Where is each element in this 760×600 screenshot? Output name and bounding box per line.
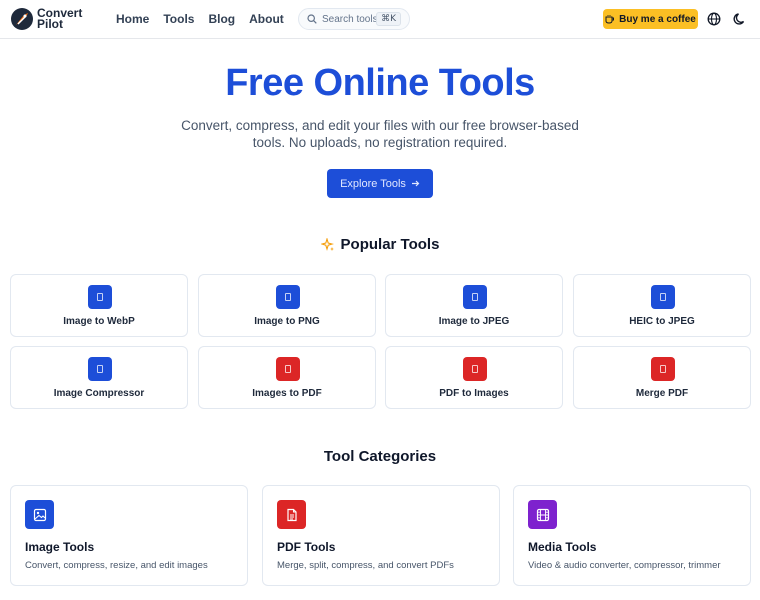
tool-name: HEIC to JPEG [629,316,695,327]
globe-icon[interactable] [707,12,721,26]
tool-name: Image to WebP [63,316,135,327]
category-card-media-tools[interactable]: Media Tools Video & audio converter, com… [513,485,751,586]
moon-icon[interactable] [733,12,747,26]
tool-card-image-compressor[interactable]: Image Compressor [10,346,188,409]
tool-name: Merge PDF [635,388,689,399]
nav-about[interactable]: About [249,12,284,26]
explore-tools-label: Explore Tools [340,177,406,190]
tool-name: Image to JPEG [438,316,510,327]
logo-text: Convert Pilot [37,7,82,31]
logo-line-2: Pilot [37,17,63,31]
tool-card-image-to-jpeg[interactable]: Image to JPEG [385,274,563,337]
file-icon [463,285,487,309]
nav-tools[interactable]: Tools [163,12,194,26]
category-description: Video & audio converter, compressor, tri… [528,560,721,571]
category-title: Image Tools [25,540,95,554]
arrow-right-icon [411,180,420,187]
tool-card-image-to-png[interactable]: Image to PNG [198,274,376,337]
file-icon [276,285,300,309]
nav-blog[interactable]: Blog [208,12,235,26]
category-card-pdf-tools[interactable]: PDF Tools Merge, split, compress, and co… [262,485,500,586]
popular-tools-title: Popular Tools [340,236,440,253]
file-icon [276,357,300,381]
search-shortcut: ⌘K [376,12,401,26]
site-header: Convert Pilot Home Tools Blog About Sear… [0,0,760,39]
popular-tools-heading: Popular Tools [0,236,760,253]
coffee-label: Buy me a coffee [619,13,696,25]
tool-card-images-to-pdf[interactable]: Images to PDF [198,346,376,409]
hero-title: Free Online Tools [225,62,535,104]
nav-home[interactable]: Home [116,12,149,26]
sparkle-icon [320,237,334,251]
explore-tools-button[interactable]: Explore Tools [327,169,433,198]
document-icon [277,500,306,529]
tool-card-merge-pdf[interactable]: Merge PDF [573,346,751,409]
logo[interactable]: Convert Pilot [10,7,82,31]
file-icon [88,357,112,381]
file-icon [651,357,675,381]
category-title: PDF Tools [277,540,336,554]
tool-name: PDF to Images [439,388,509,399]
category-description: Merge, split, compress, and convert PDFs [277,560,454,571]
coffee-cup-icon [605,15,615,24]
file-icon [88,285,112,309]
rocket-logo-icon [11,8,33,30]
file-icon [651,285,675,309]
image-icon [25,500,54,529]
category-description: Convert, compress, resize, and edit imag… [25,560,208,571]
category-title: Media Tools [528,540,597,554]
tool-card-image-to-webp[interactable]: Image to WebP [10,274,188,337]
tool-name: Image to PNG [254,316,320,327]
search-icon [307,14,317,24]
tool-name: Image Compressor [53,388,145,399]
search-input[interactable]: Search tools... ⌘K [298,8,410,30]
category-card-image-tools[interactable]: Image Tools Convert, compress, resize, a… [10,485,248,586]
hero-subtitle: Convert, compress, and edit your files w… [181,118,579,150]
tool-card-pdf-to-images[interactable]: PDF to Images [385,346,563,409]
film-icon [528,500,557,529]
file-icon [463,357,487,381]
main-nav: Home Tools Blog About [116,12,284,26]
tool-card-heic-to-jpeg[interactable]: HEIC to JPEG [573,274,751,337]
buy-me-a-coffee-button[interactable]: Buy me a coffee [603,9,698,29]
tool-name: Images to PDF [252,388,322,399]
tool-categories-heading: Tool Categories [323,448,437,465]
